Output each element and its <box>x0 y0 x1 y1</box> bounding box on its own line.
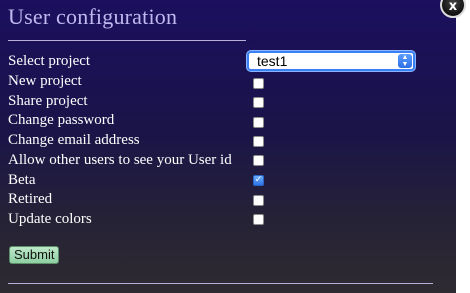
footer-divider <box>8 283 433 284</box>
title-divider <box>8 40 246 41</box>
option-label-retired: Retired <box>8 191 53 207</box>
user-configuration-dialog: User configuration Select project test1 … <box>0 0 456 293</box>
project-select[interactable]: test1 ▲ ▼ <box>247 51 415 71</box>
checkmark-icon: ✓ <box>254 175 263 185</box>
share-project-checkbox[interactable] <box>253 97 264 108</box>
retired-checkbox[interactable] <box>253 195 264 206</box>
option-label-new-project: New project <box>8 73 82 89</box>
option-label-update-colors: Update colors <box>8 211 92 227</box>
project-select-value: test1 <box>257 53 288 69</box>
select-project-label: Select project <box>8 53 91 69</box>
change-email-checkbox[interactable] <box>253 136 264 147</box>
show-user-id-checkbox[interactable] <box>253 155 264 166</box>
submit-button[interactable]: Submit <box>9 246 60 264</box>
new-project-checkbox[interactable] <box>253 78 264 89</box>
dialog-title: User configuration <box>8 4 178 29</box>
option-label-show-user-id: Allow other users to see your User id <box>8 152 232 168</box>
change-password-checkbox[interactable] <box>253 117 264 128</box>
update-colors-checkbox[interactable] <box>253 214 264 225</box>
option-label-beta: Beta <box>8 172 36 188</box>
option-label-change-password: Change password <box>8 112 115 128</box>
beta-checkbox[interactable]: ✓ <box>253 175 264 186</box>
option-label-share-project: Share project <box>8 93 88 109</box>
option-label-change-email: Change email address <box>8 132 140 148</box>
updown-chevron-icon: ▲ ▼ <box>398 54 412 68</box>
